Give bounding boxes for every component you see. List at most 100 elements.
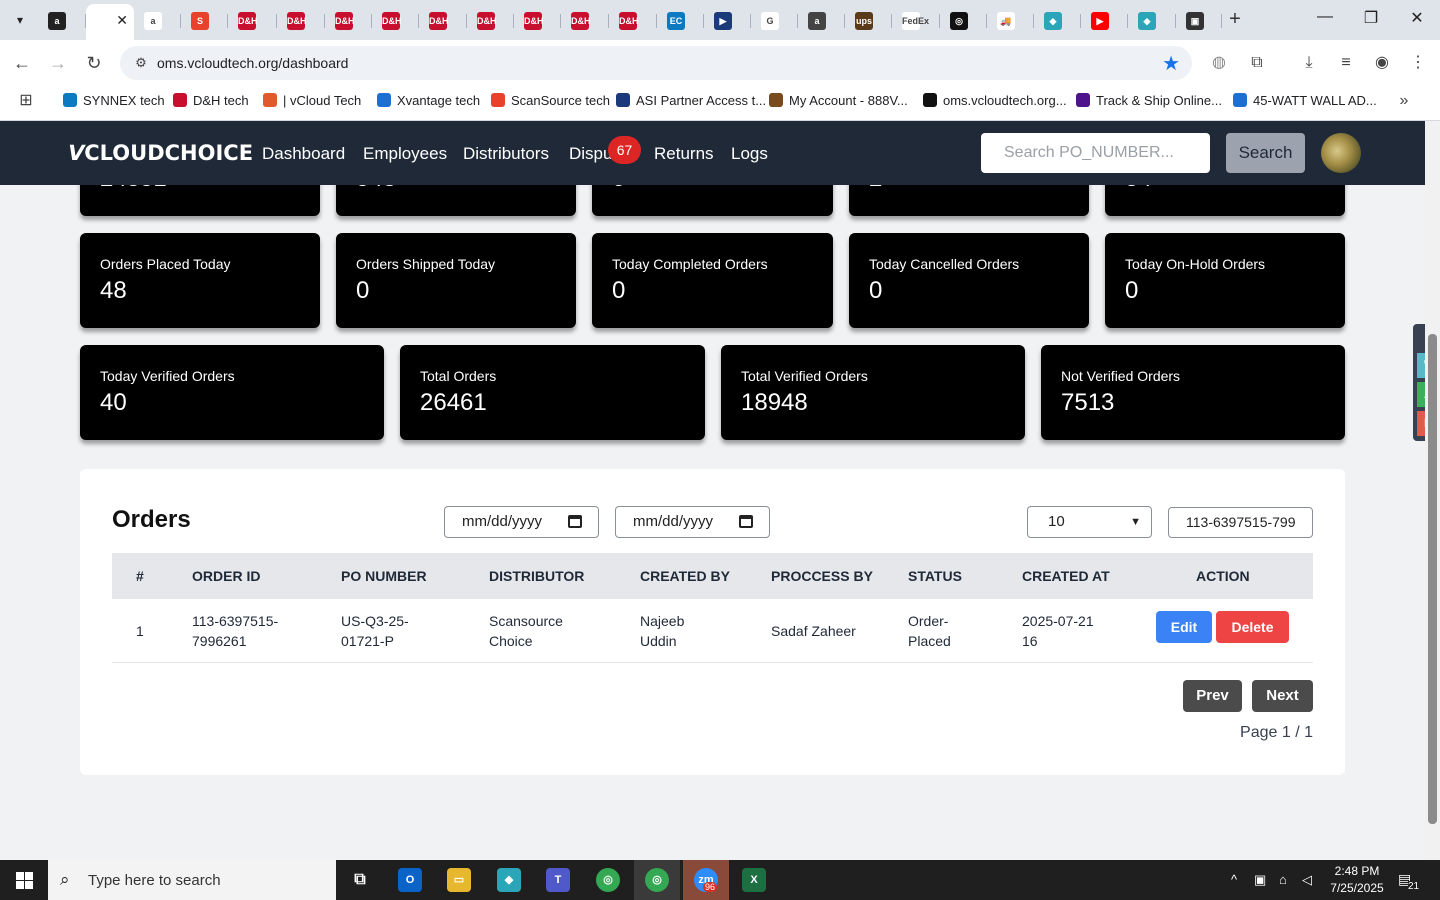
profile-icon[interactable]: ◉ [1371, 52, 1393, 74]
browser-tab[interactable]: D&H [325, 6, 372, 36]
apps-grid-icon[interactable]: ⊞ [15, 90, 37, 112]
back-arrow-icon[interactable]: ← [10, 51, 34, 75]
bookmark-star-icon[interactable]: ★ [1162, 51, 1180, 76]
browser-tab[interactable]: D&H [609, 6, 657, 36]
browser-tab[interactable]: ▶ [1081, 6, 1128, 36]
browser-tab[interactable]: FedEx [892, 6, 940, 36]
browser-tab[interactable]: D&H [514, 6, 561, 36]
browser-tab[interactable]: a [798, 6, 845, 36]
bookmark-item[interactable]: ASI Partner Access t... [616, 93, 766, 113]
forward-arrow-icon[interactable]: → [46, 51, 70, 75]
bookmark-item[interactable]: | vCloud Tech [263, 93, 361, 113]
stat-value: 0 [1125, 277, 1139, 304]
taskbar-search-box[interactable]: ⌕ Type here to search [48, 860, 336, 900]
site-info-icon[interactable]: ⚙ [132, 54, 150, 72]
browser-tab[interactable]: D&H [228, 6, 277, 36]
bookmark-item[interactable]: Xvantage tech [377, 93, 480, 113]
browser-tab[interactable]: ◎ [940, 6, 987, 36]
chrome-icon[interactable]: ◎ [596, 868, 620, 892]
taskbar-clock[interactable]: 2:48 PM 7/25/2025 [1328, 863, 1386, 897]
delete-button[interactable]: Delete [1216, 611, 1289, 643]
browser-tab[interactable]: ▣ [1176, 6, 1222, 36]
more-bookmarks-chevron-icon[interactable]: » [1393, 90, 1415, 112]
bookmark-item[interactable]: My Account - 888V... [769, 93, 908, 113]
order-filter-input[interactable]: 113-6397515-799 [1168, 507, 1313, 538]
date-from-input[interactable]: mm/dd/yyyy [444, 506, 599, 538]
browser-tab[interactable]: ✕ [86, 4, 134, 40]
amazon-icon: a [48, 12, 66, 30]
browser-tab[interactable]: D&H [467, 6, 514, 36]
browser-tab[interactable]: ◆ [1128, 6, 1176, 36]
nav-distributors[interactable]: Distributors [463, 144, 549, 164]
browser-tab[interactable]: ▶ [704, 6, 751, 36]
search-button[interactable]: Search [1226, 133, 1305, 173]
excel-icon[interactable]: X [742, 868, 766, 892]
translate-globe-icon[interactable]: ◍ [1208, 52, 1230, 74]
tab-search-chevron-icon[interactable]: ▾ [8, 9, 32, 31]
browser-tab[interactable]: D&H [277, 6, 325, 36]
reload-icon[interactable]: ↻ [82, 51, 106, 75]
po-number-search-input[interactable] [981, 133, 1210, 173]
nav-dashboard[interactable]: Dashboard [262, 144, 345, 164]
browser-tab[interactable]: S [181, 6, 228, 36]
nav-employees[interactable]: Employees [363, 144, 447, 164]
bookmark-item[interactable]: D&H tech [173, 93, 249, 113]
nav-logs[interactable]: Logs [731, 144, 768, 164]
calendar-icon[interactable] [739, 515, 753, 528]
bookmark-item[interactable]: oms.vcloudtech.org... [923, 93, 1067, 113]
extensions-puzzle-icon[interactable]: ⧉ [1246, 52, 1268, 74]
next-page-button[interactable]: Next [1252, 680, 1313, 712]
task-view-icon[interactable]: ⧉ [348, 868, 372, 892]
address-bar[interactable]: ⚙ oms.vcloudtech.org/dashboard ★ [120, 46, 1192, 80]
prev-page-button[interactable]: Prev [1183, 680, 1242, 712]
bookmark-item[interactable]: SYNNEX tech [63, 93, 165, 113]
tray-wifi-icon[interactable]: ⌂ [1279, 872, 1287, 887]
diamond-app-icon[interactable]: ◆ [497, 868, 521, 892]
close-tab-icon[interactable]: ✕ [116, 12, 128, 29]
browser-tab[interactable]: D&H [372, 6, 419, 36]
chrome-icon[interactable]: ◎ [645, 868, 669, 892]
browser-tab[interactable]: 🚚 [987, 6, 1034, 36]
menu-kebab-icon[interactable]: ⋮ [1407, 52, 1429, 74]
browser-tab[interactable]: D&H [419, 6, 467, 36]
bookmark-label: Xvantage tech [397, 93, 481, 108]
cloudchoice-logo[interactable]: VCLOUDCHOICE [65, 141, 253, 165]
per-page-select[interactable]: 10 ▼ [1027, 506, 1152, 538]
date-to-input[interactable]: mm/dd/yyyy [615, 506, 770, 538]
browser-tab[interactable]: EC [657, 6, 704, 36]
tray-network-warning-icon[interactable]: ▣ [1254, 872, 1266, 888]
media-control-icon[interactable]: ≡ [1335, 52, 1357, 74]
browser-tab[interactable]: a [134, 6, 181, 36]
tray-volume-icon[interactable]: ◁ [1302, 872, 1312, 888]
new-tab-plus-icon[interactable]: + [1224, 8, 1246, 31]
browser-tab[interactable]: a [38, 6, 86, 36]
restore-icon[interactable]: ❐ [1359, 8, 1383, 28]
browser-tab[interactable]: G [751, 6, 798, 36]
download-icon[interactable]: ⤓ [1298, 52, 1320, 74]
scrollbar-thumb[interactable] [1428, 334, 1437, 824]
windows-start-icon[interactable] [0, 860, 48, 900]
close-window-icon[interactable]: ✕ [1405, 8, 1429, 28]
browser-tab[interactable]: D&H [561, 6, 609, 36]
calendar-icon[interactable] [568, 515, 582, 528]
tab-separator [1221, 14, 1222, 28]
bookmark-favicon-icon [923, 93, 937, 107]
teams-icon[interactable]: T [546, 868, 570, 892]
browser-tab[interactable]: ◆ [1034, 6, 1081, 36]
outlook-icon[interactable]: O [398, 868, 422, 892]
browser-tab[interactable]: ups [845, 6, 892, 36]
synnex-icon: EC [667, 12, 685, 30]
col-order-id: ORDER ID [192, 568, 261, 584]
file-explorer-icon[interactable]: ▭ [447, 868, 471, 892]
vcloud-icon [96, 10, 114, 28]
user-avatar[interactable] [1321, 133, 1361, 173]
search-icon: ⌕ [60, 870, 70, 889]
nav-disputes[interactable]: Dispu [569, 144, 612, 164]
tray-chevron-up-icon[interactable]: ^ [1231, 872, 1237, 887]
bookmark-item[interactable]: Track & Ship Online... [1076, 93, 1222, 113]
nav-returns[interactable]: Returns [654, 144, 714, 164]
minimize-icon[interactable]: — [1313, 8, 1337, 26]
bookmark-item[interactable]: ScanSource tech [491, 93, 610, 113]
edit-button[interactable]: Edit [1156, 611, 1212, 643]
bookmark-item[interactable]: 45-WATT WALL AD... [1233, 93, 1377, 113]
